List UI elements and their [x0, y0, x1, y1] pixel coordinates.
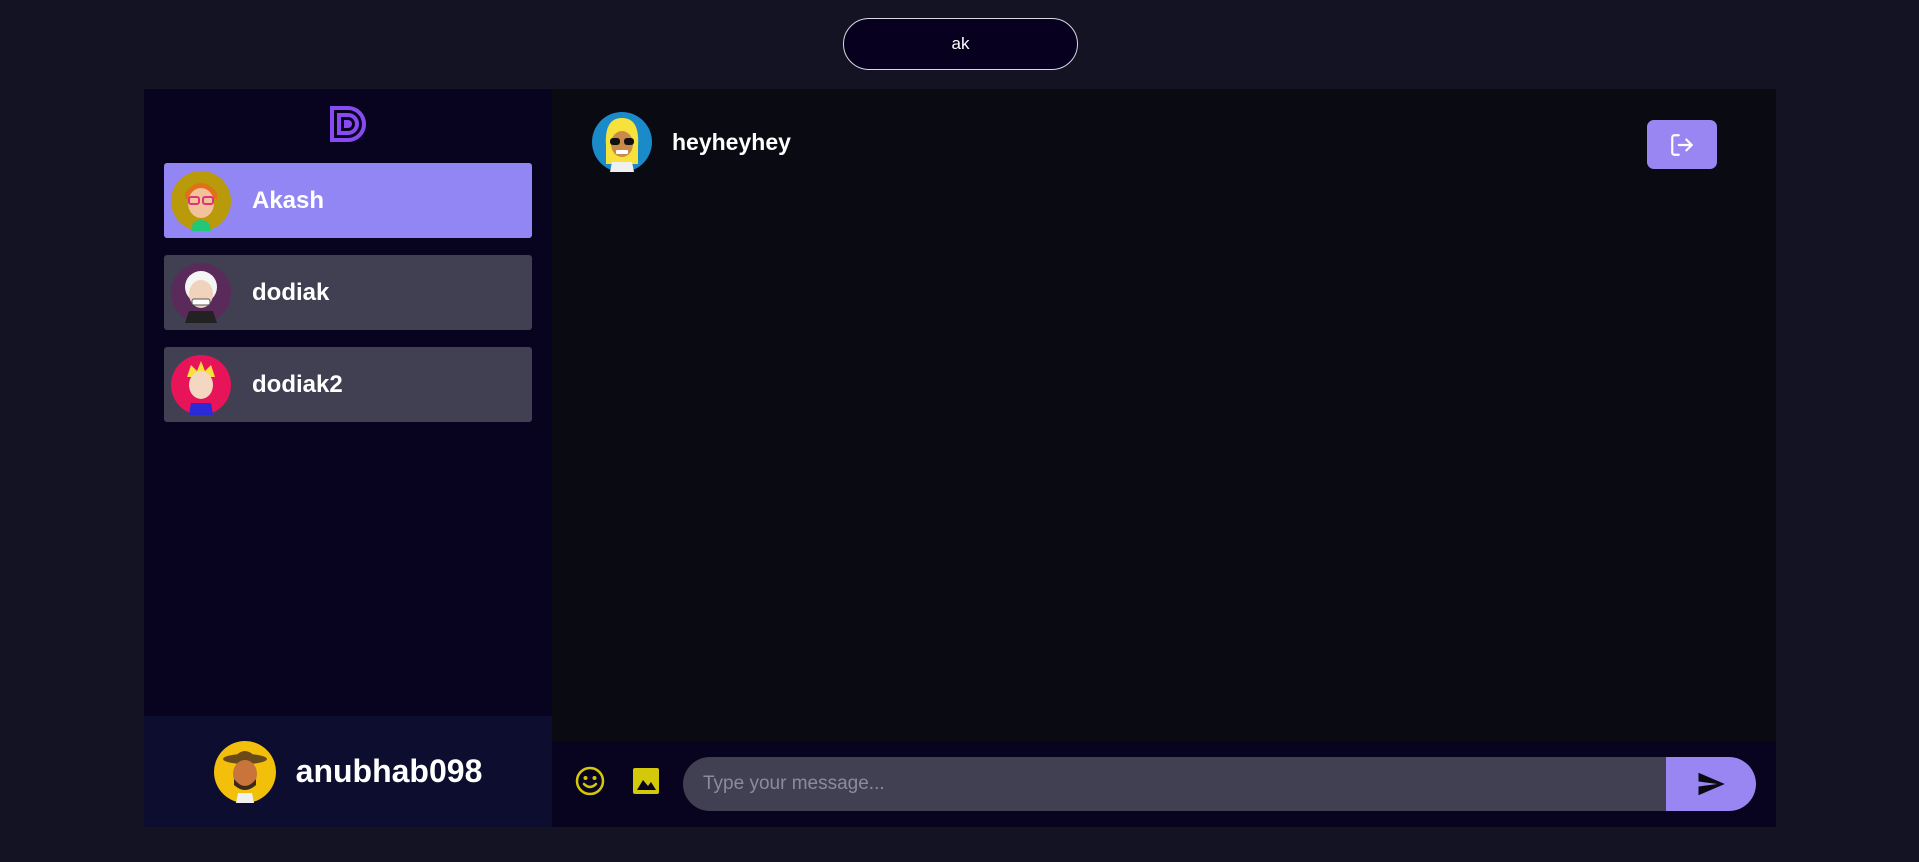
message-input[interactable]: [683, 757, 1665, 811]
logo-icon: [330, 106, 366, 142]
avatar-icon: [171, 262, 231, 323]
avatar-icon: [213, 740, 276, 803]
logout-button[interactable]: [1647, 120, 1717, 169]
search-input[interactable]: [843, 18, 1078, 70]
chat-panel: heyheyhey: [552, 89, 1776, 827]
emoji-icon[interactable]: [574, 765, 606, 797]
avatar-icon: [592, 112, 652, 172]
chat-contact-name: heyheyhey: [672, 128, 791, 155]
contact-name: dodiak: [252, 278, 330, 306]
contact-item-dodiak[interactable]: dodiak: [164, 255, 532, 330]
contact-name: dodiak2: [252, 370, 343, 398]
chat-app: Akash dodiak dodiak2 anubhab098 heyheyhe…: [144, 89, 1776, 827]
contact-item-dodiak2[interactable]: dodiak2: [164, 347, 532, 422]
send-icon: [1698, 772, 1725, 796]
contact-item-akash[interactable]: Akash: [164, 163, 532, 238]
avatar-icon: [171, 354, 231, 415]
chat-input-bar: [552, 741, 1776, 827]
image-icon[interactable]: [630, 765, 662, 797]
current-user-panel: anubhab098: [144, 716, 552, 827]
contacts-sidebar: Akash dodiak dodiak2 anubhab098: [144, 89, 552, 827]
chat-header: heyheyhey: [592, 112, 791, 172]
current-user-name: anubhab098: [295, 753, 483, 789]
contact-name: Akash: [252, 186, 325, 214]
avatar-icon: [171, 170, 231, 231]
send-button[interactable]: [1666, 757, 1756, 811]
contact-list: Akash dodiak dodiak2: [164, 163, 532, 439]
message-form: [683, 757, 1756, 811]
chat-messages-area[interactable]: [552, 189, 1776, 729]
logout-icon: [1671, 133, 1693, 156]
